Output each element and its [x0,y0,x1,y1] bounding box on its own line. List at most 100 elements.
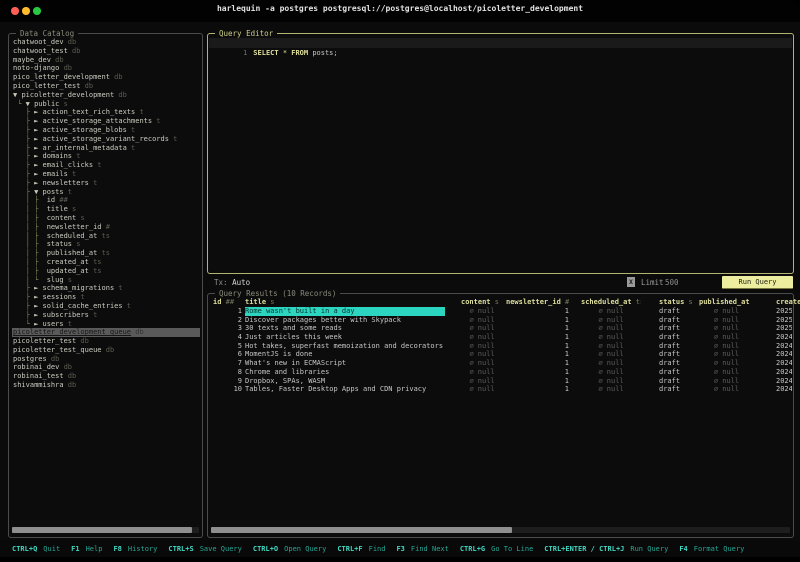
cell-status[interactable]: draft [659,324,699,333]
catalog-hscrollbar-track[interactable] [12,527,199,533]
cell-created_at[interactable]: 2025 [776,324,792,333]
catalog-item-shivammishra[interactable]: shivammishra db [12,381,200,390]
expand-arrow-icon[interactable]: ► [34,170,42,178]
cell-scheduled_at[interactable]: ∅ null [581,385,641,394]
expand-arrow-icon[interactable]: ► [34,108,42,116]
cell-published_at[interactable]: ∅ null [699,368,754,377]
shortcut-open-query[interactable]: CTRL+OOpen Query [253,545,326,553]
catalog-item-action_text_rich_texts[interactable]: ├ ► action_text_rich_texts t [12,108,200,117]
catalog-item-sessions[interactable]: ├ ► sessions t [12,293,200,302]
result-row-3[interactable]: 330 texts and some reads∅ null1∅ nulldra… [209,324,792,333]
catalog-item-id[interactable]: │ ├ id ## [12,196,200,205]
column-header-title[interactable]: title s [245,298,445,307]
result-row-4[interactable]: 4Just articles this week∅ null1∅ nulldra… [209,333,792,342]
cell-scheduled_at[interactable]: ∅ null [581,324,641,333]
result-row-6[interactable]: 6MomentJS is done∅ null1∅ nulldraft∅ nul… [209,350,792,359]
catalog-item-created_at[interactable]: │ ├ created_at ts [12,258,200,267]
column-header-status[interactable]: status s [659,298,699,307]
cell-status[interactable]: draft [659,307,699,316]
expand-arrow-icon[interactable]: ► [34,284,42,292]
cell-status[interactable]: draft [659,316,699,325]
cell-id[interactable]: 6 [213,350,242,359]
collapse-arrow-icon[interactable]: ▼ [26,100,34,108]
expand-arrow-icon[interactable]: ► [34,320,42,328]
catalog-item-subscribers[interactable]: ├ ► subscribers t [12,311,200,320]
result-row-10[interactable]: 10Tables, Faster Desktop Apps and CDN pr… [209,385,792,394]
cell-scheduled_at[interactable]: ∅ null [581,333,641,342]
cell-published_at[interactable]: ∅ null [699,316,754,325]
catalog-item-newsletter_id[interactable]: │ ├ newsletter_id # [12,223,200,232]
cell-id[interactable]: 4 [213,333,242,342]
shortcut-find[interactable]: CTRL+FFind [337,545,385,553]
shortcut-find-next[interactable]: F3Find Next [396,545,448,553]
column-header-newsletter_id[interactable]: newsletter_id # [506,298,569,307]
catalog-item-email_clicks[interactable]: ├ ► email_clicks t [12,161,200,170]
catalog-item-content[interactable]: │ ├ content s [12,214,200,223]
catalog-item-picoletter_test[interactable]: picoletter_test db [12,337,200,346]
catalog-tree[interactable]: chatwoot_dev dbchatwoot_test dbmaybe_dev… [12,38,200,524]
shortcut-history[interactable]: F8History [113,545,157,553]
cell-newsletter_id[interactable]: 1 [506,359,569,368]
cell-published_at[interactable]: ∅ null [699,324,754,333]
cell-newsletter_id[interactable]: 1 [506,342,569,351]
sql-code[interactable]: SELECT * FROM posts; [253,49,337,57]
cell-scheduled_at[interactable]: ∅ null [581,342,641,351]
cell-content[interactable]: ∅ null [461,359,503,368]
catalog-item-schema_migrations[interactable]: ├ ► schema_migrations t [12,284,200,293]
expand-arrow-icon[interactable]: ► [34,152,42,160]
cell-status[interactable]: draft [659,368,699,377]
cell-title[interactable]: Just articles this week [245,333,445,342]
cell-title[interactable]: Tables, Faster Desktop Apps and CDN priv… [245,385,445,394]
run-query-button[interactable]: Run Query [722,276,793,289]
cell-status[interactable]: draft [659,377,699,386]
cell-status[interactable]: draft [659,385,699,394]
catalog-item-noto-django[interactable]: noto-django db [12,64,200,73]
editor-line[interactable]: 1SELECT * FROM posts; [209,38,792,48]
cell-published_at[interactable]: ∅ null [699,385,754,394]
cell-published_at[interactable]: ∅ null [699,342,754,351]
cell-newsletter_id[interactable]: 1 [506,385,569,394]
cell-scheduled_at[interactable]: ∅ null [581,316,641,325]
shortcut-help[interactable]: F1Help [71,545,102,553]
cell-status[interactable]: draft [659,359,699,368]
tx-value[interactable]: Auto [232,278,250,287]
collapse-arrow-icon[interactable]: ▼ [34,188,42,196]
cell-newsletter_id[interactable]: 1 [506,307,569,316]
column-header-content[interactable]: content s [461,298,503,307]
column-header-published_at[interactable]: published_at ts [699,298,754,307]
cell-published_at[interactable]: ∅ null [699,307,754,316]
catalog-item-pico_letter_development[interactable]: pico_letter_development db [12,73,200,82]
cell-newsletter_id[interactable]: 1 [506,316,569,325]
catalog-item-domains[interactable]: ├ ► domains t [12,152,200,161]
cell-created_at[interactable]: 2024 [776,385,792,394]
limit-checkbox[interactable]: X [627,277,635,287]
expand-arrow-icon[interactable]: ► [34,293,42,301]
cell-created_at[interactable]: 2025 [776,316,792,325]
catalog-item-emails[interactable]: ├ ► emails t [12,170,200,179]
catalog-item-slug[interactable]: │ └ slug s [12,276,200,285]
cell-created_at[interactable]: 2025 [776,307,792,316]
cell-created_at[interactable]: 2024 [776,368,792,377]
cell-newsletter_id[interactable]: 1 [506,333,569,342]
catalog-item-picoletter_development[interactable]: ▼ picoletter_development db [12,91,200,100]
result-row-9[interactable]: 9Dropbox, SPAs, WASM∅ null1∅ nulldraft∅ … [209,377,792,386]
cell-title[interactable]: Rome wasn't built in a day [245,307,445,316]
cell-status[interactable]: draft [659,333,699,342]
cell-content[interactable]: ∅ null [461,324,503,333]
cell-content[interactable]: ∅ null [461,307,503,316]
limit-input[interactable]: 500 [665,277,679,288]
cell-newsletter_id[interactable]: 1 [506,350,569,359]
cell-created_at[interactable]: 2024 [776,377,792,386]
shortcut-quit[interactable]: CTRL+QQuit [12,545,60,553]
catalog-item-title[interactable]: │ ├ title s [12,205,200,214]
catalog-item-active_storage_attachments[interactable]: ├ ► active_storage_attachments t [12,117,200,126]
cell-content[interactable]: ∅ null [461,377,503,386]
cell-status[interactable]: draft [659,342,699,351]
cell-id[interactable]: 9 [213,377,242,386]
cell-content[interactable]: ∅ null [461,316,503,325]
cell-content[interactable]: ∅ null [461,385,503,394]
results-hscrollbar-thumb[interactable] [211,527,512,533]
cell-title[interactable]: Chrome and libraries [245,368,445,377]
shortcut-go-to-line[interactable]: CTRL+GGo To Line [460,545,533,553]
expand-arrow-icon[interactable]: ► [34,179,42,187]
